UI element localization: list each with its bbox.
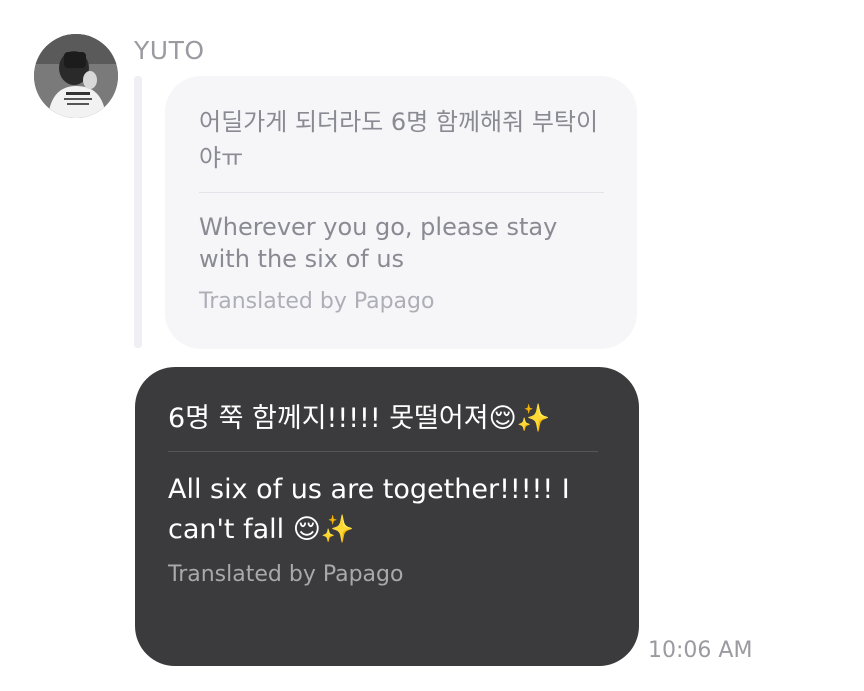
sender-name: YUTO [134,36,205,65]
chat-screen: YUTO 어딜가게 되더라도 6명 함께해줘 부탁이야ㅠ Wherever yo… [0,0,864,691]
sent-message-bubble[interactable]: 6명 쭉 함께지!!!!! 못떨어져😌✨ All six of us are t… [135,367,639,666]
message-timestamp: 10:06 AM [648,638,753,663]
avatar[interactable] [34,34,118,118]
translation-divider [199,192,604,193]
translation-credit: Translated by Papago [168,562,404,587]
profile-photo-icon [34,34,118,118]
sent-original-text: 6명 쭉 함께지!!!!! 못떨어져😌✨ [168,403,551,434]
received-message-bubble[interactable]: 어딜가게 되더라도 6명 함께해줘 부탁이야ㅠ Wherever you go,… [165,76,637,349]
translation-credit: Translated by Papago [199,289,435,314]
message-group-bar [134,76,142,348]
received-translated-text: Wherever you go, please stay with the si… [199,213,558,273]
received-original-text: 어딜가게 되더라도 6명 함께해줘 부탁이야ㅠ [199,108,599,172]
translation-divider [168,451,598,452]
sent-translated-text: All six of us are together!!!!! I can't … [168,474,570,545]
